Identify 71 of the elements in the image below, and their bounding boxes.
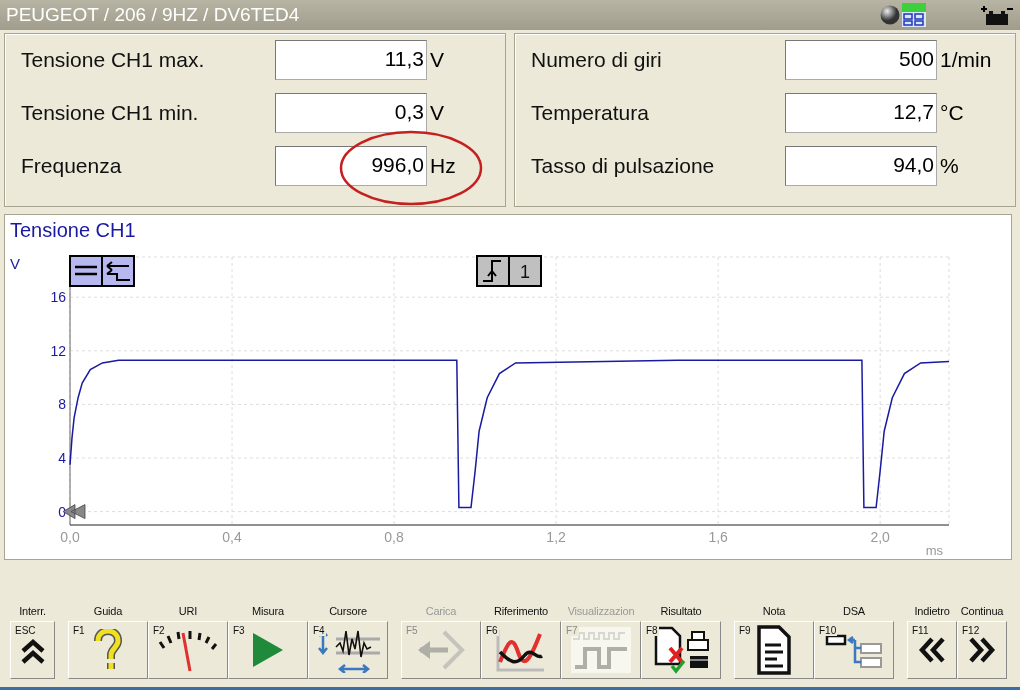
function-key-button[interactable]: F10 bbox=[814, 621, 894, 679]
function-label: Guida bbox=[93, 605, 123, 619]
value-field: 12,7 bbox=[785, 93, 937, 133]
reading-label: Numero di giri bbox=[531, 48, 663, 72]
function-label: Cursore bbox=[329, 605, 367, 619]
function-label: Carica bbox=[425, 605, 457, 619]
function-label: Interr. bbox=[19, 605, 46, 619]
value-field: 996,0 bbox=[275, 146, 427, 186]
y-tick-label: 8 bbox=[58, 396, 66, 413]
trigger-channel-button[interactable]: 1 bbox=[508, 255, 542, 287]
rising-edge-icon[interactable] bbox=[476, 255, 510, 287]
reading-label: Tensione CH1 max. bbox=[21, 48, 206, 72]
unit-label: 1/min bbox=[940, 48, 992, 72]
unit-label: °C bbox=[940, 101, 964, 125]
double-chevron-left-icon bbox=[918, 636, 946, 664]
value-field: 11,3 bbox=[275, 40, 427, 80]
chart-title: Tensione CH1 bbox=[10, 219, 136, 243]
y-tick-label: 12 bbox=[50, 342, 66, 359]
function-key-button[interactable]: F3 bbox=[228, 621, 308, 679]
battery-icon bbox=[980, 5, 1014, 25]
unit-label: % bbox=[940, 154, 959, 178]
x-tick-label: 0,8 bbox=[384, 529, 404, 545]
function-label: Continua bbox=[960, 605, 1004, 619]
function-key-button[interactable]: F1 bbox=[68, 621, 148, 679]
function-key-button[interactable]: F12 bbox=[957, 621, 1007, 679]
y-tick-label: 4 bbox=[58, 450, 66, 466]
lines-icon[interactable] bbox=[69, 255, 103, 287]
x-tick-label: 0,4 bbox=[222, 529, 242, 545]
y-tick-label: 16 bbox=[50, 289, 66, 306]
swap-arrows-icon[interactable] bbox=[101, 255, 135, 287]
function-key-button[interactable]: ESC bbox=[10, 621, 55, 679]
function-label: Riferimento bbox=[493, 605, 548, 619]
line-graph-icon bbox=[496, 628, 546, 672]
function-label: Visualizzazion bbox=[567, 605, 635, 619]
question-mark-icon bbox=[94, 629, 122, 671]
reading-label: Temperatura bbox=[531, 101, 650, 125]
double-chevron-right-icon bbox=[968, 636, 996, 664]
unit-label: V bbox=[430, 101, 444, 125]
sphere-icon bbox=[880, 5, 900, 25]
function-label: Indietro bbox=[914, 605, 950, 619]
function-key-button[interactable]: F4 bbox=[308, 621, 388, 679]
function-key-button[interactable]: F6 bbox=[481, 621, 561, 679]
function-key-button[interactable]: F11 bbox=[907, 621, 957, 679]
function-label: Risultato bbox=[660, 605, 702, 619]
function-key-button[interactable]: F8 bbox=[641, 621, 721, 679]
function-label: DSA bbox=[843, 605, 865, 619]
function-label: Nota bbox=[762, 605, 786, 619]
document-icon bbox=[757, 625, 791, 675]
function-key-button[interactable]: F9 bbox=[734, 621, 814, 679]
value-field: 500 bbox=[785, 40, 937, 80]
emissions-icon bbox=[902, 3, 926, 27]
play-icon bbox=[252, 632, 284, 668]
x-tick-label: 1,6 bbox=[708, 529, 728, 545]
reading-label: Tasso di pulsazione bbox=[531, 154, 716, 178]
function-label: Misura bbox=[252, 605, 284, 619]
unit-label: V bbox=[430, 48, 444, 72]
x-tick-label: 2,0 bbox=[870, 529, 890, 545]
value-field: 0,3 bbox=[275, 93, 427, 133]
unit-label: Hz bbox=[430, 154, 456, 178]
function-key-button[interactable]: F2 bbox=[148, 621, 228, 679]
arrow-into-diamond-icon bbox=[416, 628, 466, 672]
reading-label: Frequenza bbox=[21, 154, 123, 178]
reading-label: Tensione CH1 min. bbox=[21, 101, 200, 125]
x-tick-label: 0,0 bbox=[60, 529, 80, 545]
y-tick-label: 0 bbox=[58, 503, 66, 520]
value-field: 94,0 bbox=[785, 146, 937, 186]
y-axis-label: V bbox=[10, 255, 20, 272]
window-title: PEUGEOT / 206 / 9HZ / DV6TED4 bbox=[6, 4, 301, 26]
x-axis-label: ms bbox=[925, 543, 943, 557]
function-label: URI bbox=[178, 605, 198, 619]
x-tick-label: 1,2 bbox=[546, 529, 566, 545]
